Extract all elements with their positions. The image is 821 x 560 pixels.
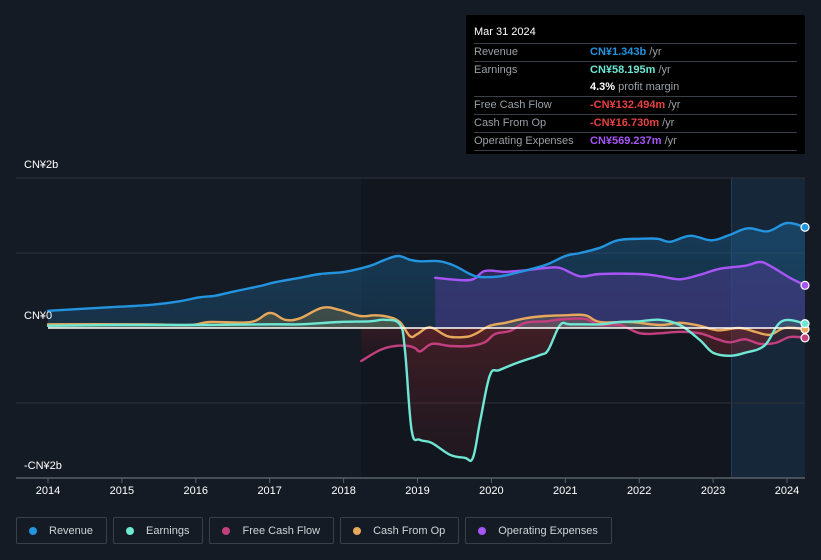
tooltip-row-cash-from-op: Cash From Op -CN¥16.730m/yr <box>474 114 797 132</box>
tooltip-unit: /yr <box>668 99 681 111</box>
x-axis-label: 2014 <box>35 485 61 497</box>
x-axis-label: 2015 <box>109 485 135 497</box>
tooltip-value: 4.3% <box>590 81 616 93</box>
legend-dot-icon <box>29 526 37 535</box>
tooltip-row-free-cash-flow: Free Cash Flow -CN¥132.494m/yr <box>474 96 797 114</box>
tooltip-row-profit-margin: 4.3% profit margin <box>474 79 797 96</box>
tooltip-value: -CN¥16.730m <box>590 117 660 129</box>
tooltip-row-revenue: Revenue CN¥1.343b/yr <box>474 43 797 61</box>
legend-label: Earnings <box>146 524 190 537</box>
x-axis-label: 2017 <box>257 485 282 497</box>
end-marker-operating-expenses[interactable] <box>800 280 810 290</box>
end-marker-revenue[interactable] <box>800 222 810 232</box>
x-axis-label: 2018 <box>331 485 356 497</box>
tooltip-label: Earnings <box>474 64 518 76</box>
tooltip-unit: /yr <box>658 64 671 76</box>
tooltip-value: CN¥58.195m <box>590 64 656 76</box>
legend-item-earnings[interactable]: Earnings <box>113 517 204 544</box>
tooltip-label: Revenue <box>474 46 519 58</box>
legend-item-free-cash-flow[interactable]: Free Cash Flow <box>209 517 335 544</box>
tooltip-unit: profit margin <box>618 81 680 93</box>
legend-item-revenue[interactable]: Revenue <box>16 517 108 544</box>
legend-label: Free Cash Flow <box>242 524 321 537</box>
tooltip-label: Free Cash Flow <box>474 99 552 111</box>
tooltip-value: CN¥569.237m <box>590 135 662 147</box>
tooltip-row-earnings: Earnings CN¥58.195m/yr <box>474 61 797 79</box>
tooltip-date: Mar 31 2024 <box>474 26 536 38</box>
legend-label: Operating Expenses <box>498 524 598 537</box>
legend: Revenue Earnings Free Cash Flow Cash From O… <box>16 517 612 544</box>
legend-dot-icon <box>126 526 135 535</box>
y-axis-label: CN¥2b <box>24 159 59 171</box>
tooltip-label <box>474 79 590 96</box>
tooltip-label: Operating Expenses <box>474 135 574 147</box>
tooltip-value: CN¥1.343b <box>590 46 647 58</box>
legend-item-operating-expenses[interactable]: Operating Expenses <box>465 517 612 544</box>
x-axis-label: 2016 <box>183 485 209 497</box>
legend-dot-icon <box>478 526 487 535</box>
tooltip-unit: /yr <box>649 46 662 58</box>
x-axis-label: 2020 <box>479 485 504 497</box>
tooltip-unit: /yr <box>664 135 677 147</box>
tooltip-label: Cash From Op <box>474 117 547 129</box>
legend-label: Cash From Op <box>373 524 446 537</box>
x-axis-label: 2024 <box>774 485 800 497</box>
y-axis-label: CN¥0 <box>24 310 53 322</box>
x-axis-label: 2019 <box>405 485 430 497</box>
tooltip-row-operating-expenses: Operating Expenses CN¥569.237m/yr <box>474 132 797 151</box>
x-axis-label: 2022 <box>626 485 652 497</box>
x-axis-label: 2021 <box>553 485 578 497</box>
legend-item-cash-from-op[interactable]: Cash From Op <box>340 517 460 544</box>
x-axis-label: 2023 <box>700 485 726 497</box>
y-axis-label: -CN¥2b <box>24 460 62 472</box>
end-marker-free-cash-flow[interactable] <box>800 333 810 343</box>
tooltip-unit: /yr <box>662 117 675 129</box>
legend-dot-icon <box>353 526 362 535</box>
end-marker-earnings[interactable] <box>800 319 810 329</box>
legend-dot-icon <box>222 526 231 535</box>
tooltip-panel: Mar 31 2024 Revenue CN¥1.343b/yr Earnings C… <box>466 15 805 154</box>
tooltip-value: -CN¥132.494m <box>590 99 666 111</box>
legend-label: Revenue <box>49 524 94 537</box>
